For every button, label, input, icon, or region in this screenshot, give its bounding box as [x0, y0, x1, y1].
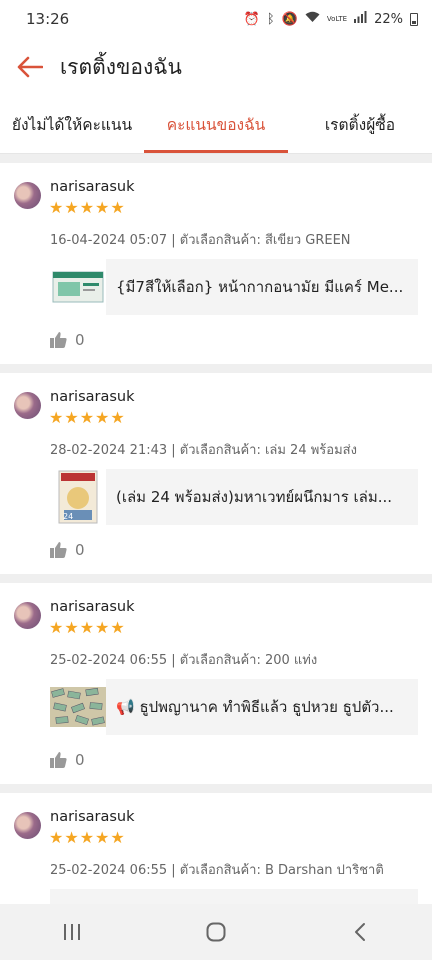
star-icon: ★	[64, 618, 79, 637]
thumbs-up-icon	[50, 752, 67, 768]
star-icon: ★	[79, 408, 95, 427]
product-name: 📢 ธูปพญานาค ทำพิธีแล้ว ธูปหวย ธูปตัว...	[116, 698, 394, 716]
avatar[interactable]	[14, 602, 41, 629]
back-button[interactable]	[0, 38, 60, 96]
star-icon: ★	[95, 828, 110, 847]
reviewer-name: narisarasuk	[50, 179, 135, 195]
reviewer-name: narisarasuk	[50, 599, 135, 615]
star-icon: ★	[110, 198, 125, 217]
like-button[interactable]: 0	[50, 541, 85, 559]
product-link[interactable]	[50, 889, 418, 904]
thumbs-up-icon	[50, 542, 67, 558]
review-card: narisarasuk ★ ★ ★ ★ ★ 28-02-2024 21:43 | ตัว…	[0, 373, 432, 574]
mute-icon: 🔕	[281, 11, 298, 27]
star-icon: ★	[49, 408, 64, 427]
signal-icon	[354, 11, 367, 27]
bluetooth-icon: ᛒ	[266, 11, 275, 27]
star-icon: ★	[49, 618, 64, 637]
tab-not-rated[interactable]: ยังไม่ได้ให้คะแนน	[0, 96, 144, 153]
page-title: เรตติ้งของฉัน	[60, 54, 182, 79]
star-icon: ★	[64, 828, 79, 847]
review-list[interactable]: narisarasuk ★ ★ ★ ★ ★ 16-04-2024 05:07 | ตัว…	[0, 163, 432, 904]
review-card: narisarasuk ★ ★ ★ ★ ★ 25-02-2024 06:55 | ตัว…	[0, 583, 432, 784]
like-count: 0	[75, 751, 85, 769]
star-icon: ★	[110, 618, 125, 637]
review-meta: 25-02-2024 06:55 | ตัวเลือกสินค้า: 200 แ…	[50, 653, 318, 668]
product-thumbnail: 24	[50, 469, 106, 525]
avatar[interactable]	[14, 812, 41, 839]
status-icons: ⏰ ᛒ 🔕 VoLTE 22%	[244, 11, 418, 27]
star-icon: ★	[95, 198, 110, 217]
product-link[interactable]: 24 (เล่ม 24 พร้อมส่ง)มหาเวทย์ผนึกมาร เล่…	[50, 469, 418, 525]
product-thumbnail	[50, 259, 106, 315]
avatar[interactable]	[14, 392, 41, 419]
review-meta: 16-04-2024 05:07 | ตัวเลือกสินค้า: สีเขี…	[50, 233, 351, 248]
review-card: narisarasuk ★ ★ ★ ★ ★ 16-04-2024 05:07 | ตัว…	[0, 163, 432, 364]
recent-apps-icon	[64, 924, 80, 940]
like-button[interactable]: 0	[50, 331, 85, 349]
battery-icon	[410, 12, 418, 26]
like-count: 0	[75, 541, 85, 559]
review-meta: 28-02-2024 21:43 | ตัวเลือกสินค้า: เล่ม …	[50, 443, 357, 458]
product-link[interactable]: 📢 ธูปพญานาค ทำพิธีแล้ว ธูปหวย ธูปตัว...	[50, 679, 418, 735]
app-bar: เรตติ้งของฉัน	[0, 38, 432, 96]
product-name: (เล่ม 24 พร้อมส่ง)มหาเวทย์ผนึกมาร เล่ม..…	[116, 488, 393, 506]
chevron-left-icon	[355, 923, 365, 941]
like-button[interactable]: 0	[50, 751, 85, 769]
back-nav-button[interactable]	[320, 904, 400, 960]
star-icon: ★	[110, 828, 125, 847]
star-icon: ★	[95, 408, 110, 427]
svg-text:24: 24	[63, 512, 73, 521]
tab-buyer-ratings[interactable]: เรตติ้งผู้ซื้อ	[288, 96, 432, 153]
recent-apps-button[interactable]	[32, 904, 112, 960]
avatar[interactable]	[14, 182, 41, 209]
battery-percent: 22%	[374, 11, 403, 27]
status-time: 13:26	[26, 10, 70, 28]
alarm-icon: ⏰	[243, 11, 260, 27]
home-icon	[206, 922, 226, 942]
review-card: narisarasuk ★ ★ ★ ★ ★ 25-02-2024 06:55 | ตัว…	[0, 793, 432, 904]
tab-my-ratings[interactable]: คะแนนของฉัน	[144, 96, 288, 153]
reviewer-name: narisarasuk	[50, 389, 135, 405]
system-nav-bar	[0, 904, 432, 960]
star-icon: ★	[49, 828, 64, 847]
tab-bar: ยังไม่ได้ให้คะแนน คะแนนของฉัน เรตติ้งผู้…	[0, 96, 432, 154]
review-meta: 25-02-2024 06:55 | ตัวเลือกสินค้า: B Dar…	[50, 863, 384, 878]
reviewer-name: narisarasuk	[50, 809, 135, 825]
star-icon: ★	[79, 828, 95, 847]
home-button[interactable]	[176, 904, 256, 960]
star-rating: ★ ★ ★ ★ ★	[49, 409, 125, 427]
star-icon: ★	[79, 618, 95, 637]
volte-label: VoLTE	[326, 14, 348, 23]
status-bar: 13:26 ⏰ ᛒ 🔕 VoLTE 22%	[0, 0, 432, 38]
star-icon: ★	[95, 618, 110, 637]
star-rating: ★ ★ ★ ★ ★	[49, 829, 125, 847]
star-icon: ★	[110, 408, 125, 427]
wifi-icon	[305, 11, 320, 27]
arrow-left-icon	[17, 56, 43, 78]
product-thumbnail	[50, 679, 106, 735]
star-icon: ★	[79, 198, 95, 217]
thumbs-up-icon	[50, 332, 67, 348]
star-rating: ★ ★ ★ ★ ★	[49, 199, 125, 217]
product-name: {มี7สีให้เลือก} หน้ากากอนามัย มีแคร์ Me.…	[116, 278, 404, 296]
product-link[interactable]: {มี7สีให้เลือก} หน้ากากอนามัย มีแคร์ Me.…	[50, 259, 418, 315]
star-icon: ★	[64, 198, 79, 217]
star-rating: ★ ★ ★ ★ ★	[49, 619, 125, 637]
star-icon: ★	[64, 408, 79, 427]
star-icon: ★	[49, 198, 64, 217]
like-count: 0	[75, 331, 85, 349]
